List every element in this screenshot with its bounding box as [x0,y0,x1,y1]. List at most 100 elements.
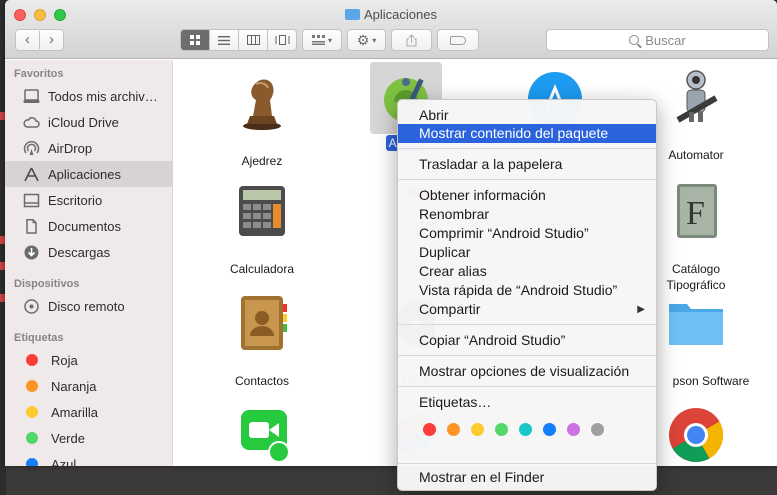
calculator-icon [239,186,285,236]
menu-item-compress[interactable]: Comprimir “Android Studio” [398,224,656,243]
chess-icon [243,79,281,130]
tag-color-dot [26,354,38,366]
sidebar-item-downloads[interactable]: Descargas [5,239,173,265]
sidebar-item-documents[interactable]: Documentos [5,213,173,239]
menu-item-tags[interactable]: Etiquetas… [398,393,656,412]
column-view-button[interactable] [239,30,268,50]
arrange-grid-icon [311,35,325,45]
columns-icon [246,35,260,45]
search-placeholder: Buscar [645,32,686,48]
chrome-icon [669,408,724,463]
menu-item-rename[interactable]: Renombrar [398,205,656,224]
chevron-down-icon: ▾ [372,35,377,45]
svg-text:F: F [686,195,705,232]
tag-gray-dot[interactable] [591,423,604,436]
list-icon [218,35,230,45]
icon-view-button[interactable] [181,30,210,50]
action-button[interactable]: ⚙ ▾ [347,29,386,51]
sidebar-item-tag-green[interactable]: Verde [5,425,173,451]
chevron-down-icon: ▾ [327,35,332,45]
downloads-icon [23,245,40,260]
menu-item-duplicate[interactable]: Duplicar [398,243,656,262]
menu-separator [398,148,656,149]
view-mode-selector [180,29,297,51]
tag-color-dot [26,406,38,418]
applications-icon [23,167,40,182]
sidebar-item-desktop[interactable]: Escritorio [5,187,173,213]
sidebar-header-favorites: Favoritos [14,68,64,80]
menu-separator [398,463,656,464]
all-files-icon [23,88,40,104]
sidebar-item-all-files[interactable]: Todos mis archiv… [5,83,173,109]
app-chess[interactable]: Ajedrez [206,74,318,169]
share-button[interactable] [391,29,432,51]
contacts-icon [241,296,287,350]
automator-icon [676,70,718,123]
menu-item-show-view-options[interactable]: Mostrar opciones de visualización [398,362,656,381]
menu-item-share[interactable]: Compartir ▶ [398,300,656,319]
sidebar-item-airdrop[interactable]: AirDrop [5,135,173,161]
finder-window: Aplicaciones ‹ › ▾ ⚙ ▾ Buscar Favoritos … [5,0,777,466]
search-icon [629,35,640,45]
cloud-icon [23,115,40,130]
sidebar-item-tag-blue[interactable]: Azul [5,451,173,466]
window-title: Aplicaciones [5,7,777,22]
cover-flow-button[interactable] [268,30,296,50]
font-book-icon: F [677,184,717,238]
menu-separator [398,179,656,180]
menu-item-get-info[interactable]: Obtener información [398,186,656,205]
navigation-buttons: ‹ › [15,29,64,51]
arrange-button[interactable]: ▾ [302,29,342,51]
tag-purple-dot[interactable] [567,423,580,436]
tag-color-dot [26,432,38,444]
app-facetime[interactable] [206,406,318,466]
menu-item-show-package-contents[interactable]: Mostrar contenido del paquete [398,124,656,143]
tag-yellow-dot[interactable] [471,423,484,436]
tag-red-dot[interactable] [423,423,436,436]
documents-icon [23,218,40,234]
menu-separator [398,386,656,387]
context-menu: Abrir Mostrar contenido del paquete Tras… [397,99,657,491]
facetime-icon [241,410,290,463]
list-view-button[interactable] [210,30,239,50]
sidebar-item-applications[interactable]: Aplicaciones [5,161,173,187]
disc-icon [23,298,40,314]
app-calculator[interactable]: Calculadora [206,182,318,277]
menu-item-label: Compartir [419,301,481,317]
sidebar-item-tag-red[interactable]: Roja [5,347,173,373]
menu-item-open[interactable]: Abrir [398,106,656,125]
sidebar-item-remote-disc[interactable]: Disco remoto [5,293,173,319]
tag-color-dot [26,458,38,466]
menu-item-make-alias[interactable]: Crear alias [398,262,656,281]
app-label: Contactos [234,374,290,388]
tag-blue-dot[interactable] [543,423,556,436]
icon-grid-icon [190,35,200,45]
title-bar: Aplicaciones ‹ › ▾ ⚙ ▾ Buscar [5,0,777,59]
folder-icon [345,9,360,20]
search-field[interactable]: Buscar [546,29,769,51]
menu-separator [398,355,656,356]
sidebar-item-tag-orange[interactable]: Naranja [5,373,173,399]
sidebar-item-icloud-drive[interactable]: iCloud Drive [5,109,173,135]
back-button[interactable]: ‹ [16,31,40,49]
sidebar-item-tag-yellow[interactable]: Amarilla [5,399,173,425]
tag-color-picker [423,423,615,436]
folder-icon [669,304,723,345]
cover-flow-icon [275,35,289,45]
tag-teal-dot[interactable] [519,423,532,436]
gear-icon: ⚙ [356,31,370,48]
tag-green-dot[interactable] [495,423,508,436]
menu-item-quick-look[interactable]: Vista rápida de “Android Studio” [398,281,656,300]
menu-item-copy[interactable]: Copiar “Android Studio” [398,331,656,350]
app-contacts[interactable]: Contactos [206,294,318,389]
tag-orange-dot[interactable] [447,423,460,436]
edit-tags-button[interactable] [437,29,479,51]
tag-color-dot [26,380,38,392]
submenu-arrow-icon: ▶ [637,304,645,315]
sidebar: Favoritos Todos mis archiv… iCloud Drive… [5,60,173,466]
sidebar-header-tags: Etiquetas [14,332,64,344]
menu-item-show-in-finder[interactable]: Mostrar en el Finder [398,468,656,487]
tag-icon [450,35,466,45]
menu-item-move-to-trash[interactable]: Trasladar a la papelera [398,155,656,174]
forward-button[interactable]: › [40,31,63,49]
